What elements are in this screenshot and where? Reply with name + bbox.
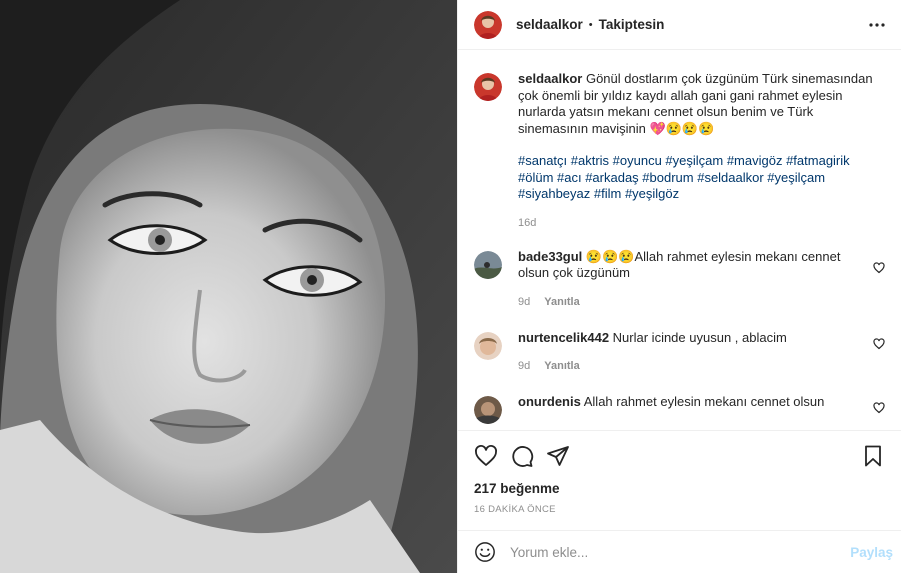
- bookmark-icon[interactable]: [861, 444, 885, 468]
- follow-status[interactable]: Takiptesin: [599, 17, 665, 32]
- comment-item: onurdenis Allah rahmet eylesin mekanı ce…: [474, 394, 885, 424]
- like-count[interactable]: 217 beğenme: [474, 481, 560, 496]
- commenter-avatar[interactable]: [474, 396, 502, 424]
- comment-text: onurdenis Allah rahmet eylesin mekanı ce…: [518, 394, 863, 411]
- more-horizontal-icon[interactable]: [867, 15, 887, 35]
- comment-body: onurdenis Allah rahmet eylesin mekanı ce…: [518, 394, 885, 424]
- comment-like-heart-icon[interactable]: [873, 261, 885, 274]
- comment-input[interactable]: [510, 544, 851, 560]
- commenter-avatar[interactable]: [474, 250, 502, 279]
- caption-age: 16d: [518, 216, 537, 229]
- post-header: seldaalkor • Takiptesin: [458, 0, 901, 50]
- comment-username[interactable]: onurdenis: [518, 394, 581, 409]
- post-photo[interactable]: [0, 0, 457, 573]
- comment-content: Allah rahmet eylesin mekanı cennet olsun: [583, 394, 825, 409]
- reply-button[interactable]: Yanıtla: [544, 296, 579, 308]
- comment-like-heart-icon[interactable]: [873, 402, 885, 414]
- comment-text: nurtencelik442 Nurlar icinde uyusun , ab…: [518, 330, 863, 347]
- caption-meta: 16d: [518, 217, 885, 229]
- comment-age: 9d: [518, 360, 531, 372]
- comment-username[interactable]: nurtencelik442: [518, 330, 609, 345]
- caption-text: seldaalkor Gönül dostlarım çok üzgünüm T…: [518, 71, 885, 137]
- caption-body: seldaalkor Gönül dostlarım çok üzgünüm T…: [518, 71, 885, 229]
- caption-hashtags[interactable]: #sanatçı #aktris #oyuncu #yeşilçam #mavi…: [518, 153, 885, 203]
- post-side-panel: seldaalkor • Takiptesin seldaalkor Gönül…: [457, 0, 901, 573]
- author-avatar[interactable]: [474, 10, 502, 39]
- comment-text: bade33gul 😢😢😢Allah rahmet eylesin mekanı…: [518, 249, 863, 282]
- author-username[interactable]: seldaalkor: [516, 17, 583, 32]
- portrait-image: [0, 0, 457, 573]
- heart-icon[interactable]: [474, 444, 498, 468]
- comment-meta: 9d Yanıtla: [518, 296, 863, 308]
- comment-icon[interactable]: [510, 444, 534, 468]
- comment-username[interactable]: bade33gul: [518, 249, 582, 264]
- comment-like-heart-icon[interactable]: [873, 337, 885, 350]
- comment-body: bade33gul 😢😢😢Allah rahmet eylesin mekanı…: [518, 249, 885, 308]
- comment-age: 9d: [518, 295, 531, 308]
- comment-item: bade33gul 😢😢😢Allah rahmet eylesin mekanı…: [474, 249, 885, 308]
- emoji-smile-icon[interactable]: [474, 541, 496, 563]
- commenter-avatar[interactable]: [474, 331, 502, 360]
- add-comment-bar: Paylaş: [458, 530, 901, 573]
- comment-body: nurtencelik442 Nurlar icinde uyusun , ab…: [518, 330, 885, 373]
- caption-username[interactable]: seldaalkor: [518, 71, 582, 86]
- action-bar: [458, 430, 901, 480]
- post-comment-button[interactable]: Paylaş: [850, 545, 893, 560]
- reply-button[interactable]: Yanıtla: [544, 360, 579, 372]
- comment-content: Nurlar icinde uyusun , ablacim: [612, 329, 787, 345]
- comments-list[interactable]: seldaalkor Gönül dostlarım çok üzgünüm T…: [458, 51, 901, 430]
- comment-meta: 9d Yanıtla: [518, 360, 863, 372]
- paper-plane-icon[interactable]: [546, 444, 570, 468]
- post-timestamp: 16 DAKİKA ÖNCE: [474, 504, 556, 515]
- header-separator: •: [588, 18, 593, 31]
- comment-item: nurtencelik442 Nurlar icinde uyusun , ab…: [474, 330, 885, 373]
- author-avatar[interactable]: [474, 73, 502, 101]
- caption: seldaalkor Gönül dostlarım çok üzgünüm T…: [474, 71, 885, 229]
